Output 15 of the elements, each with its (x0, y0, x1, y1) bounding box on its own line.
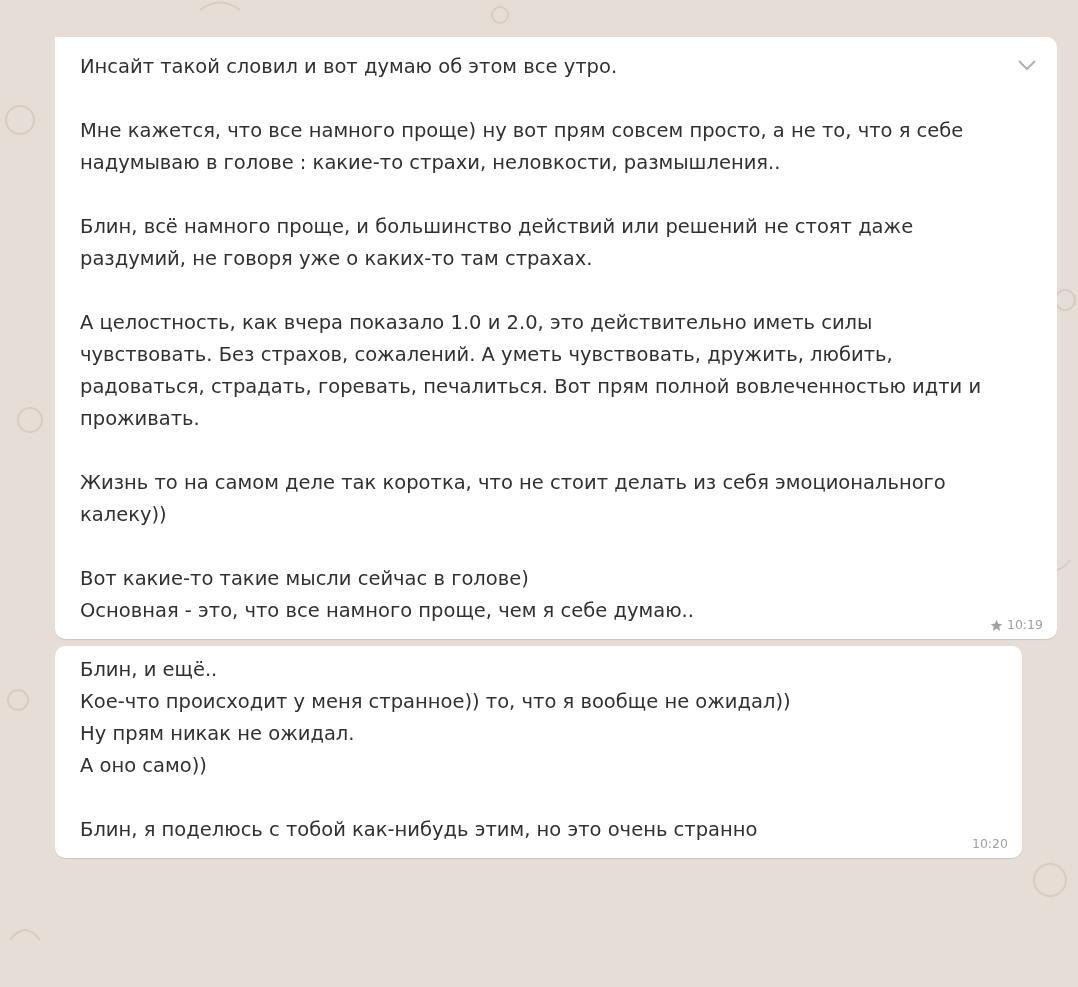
message-time: 10:20 (971, 836, 1008, 852)
message-text: Вот какие-то такие мысли сейчас в голове) (80, 566, 530, 592)
message-text: Блин, я поделюсь с тобой как-нибудь этим, но это очень странно (80, 817, 759, 843)
message-text: Инсайт такой словил и вот думаю об этом все утро. (80, 54, 619, 80)
message-text: Кое-что происходит у меня странное)) то, что я вообще не ожидал)) (80, 689, 792, 715)
message-text: Жизнь то на самом деле так коротка, что не стоит делать из себя эмоционального калеку)) (80, 470, 947, 528)
message-text: Блин, всё намного проще, и большинство действий или решений не стоят даже раздумий, не говоря уже о каких-то там страхах. (80, 214, 915, 272)
message-text: Ну прям никак не ожидал. (80, 721, 356, 747)
message-text: А целостность, как вчера показало 1.0 и 2.0, это действительно иметь силы чувствовать. Без страхов, сожалений. А уметь чувствовать, дружить, любить, радоваться, страдать, горевать, печалиться. Вот прям полной вовлеченностью идти и проживать. (80, 310, 983, 432)
chevron-down-icon[interactable] (1017, 59, 1037, 71)
message-time: 10:19 (1006, 617, 1043, 633)
message-text: Основная - это, что все намного проще, чем я себе думаю.. (80, 598, 695, 624)
message-text: Мне кажется, что все намного проще) ну вот прям совсем просто, а не то, что я себе надумываю в голове : какие-то страхи, неловкости, размышления.. (80, 118, 965, 176)
message-text: Блин, и ещё.. (80, 657, 219, 683)
message-text: А оно само)) (80, 753, 208, 779)
